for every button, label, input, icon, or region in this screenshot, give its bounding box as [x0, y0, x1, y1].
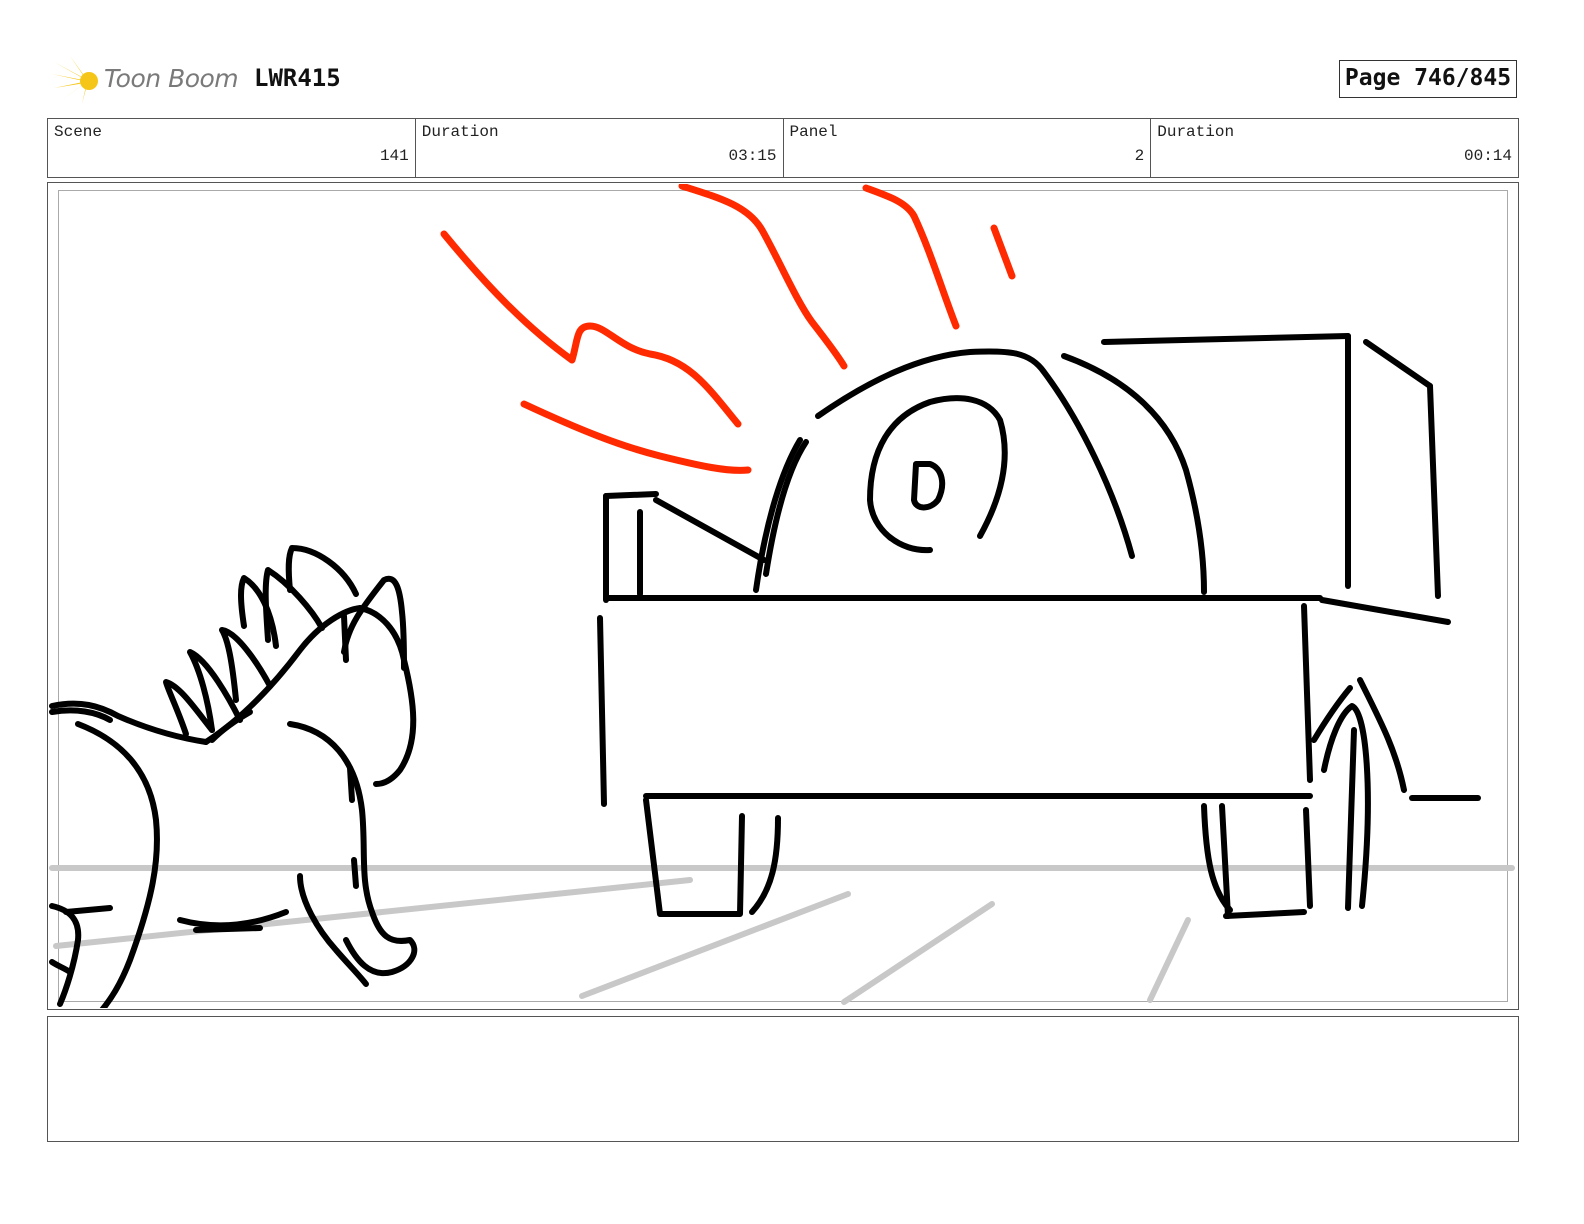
floor-guides — [49, 865, 1515, 1005]
panel-notes-box — [47, 1016, 1519, 1142]
impact-lines — [440, 184, 1016, 474]
truck-drawing — [597, 333, 1481, 919]
